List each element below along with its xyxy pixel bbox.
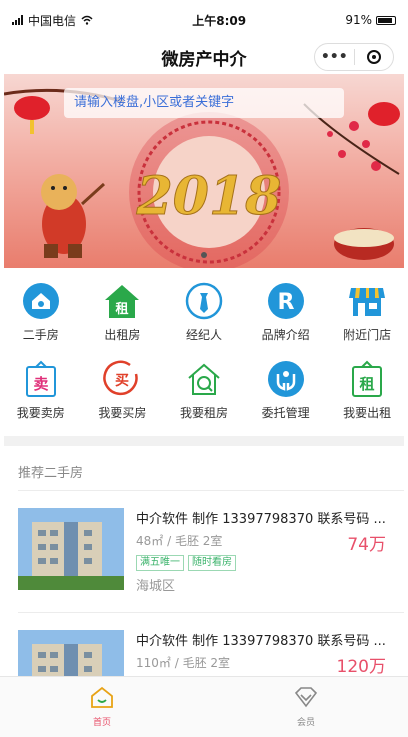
signal-icon (12, 15, 23, 25)
wifi-icon (81, 15, 93, 25)
more-menu-button[interactable]: ••• (315, 44, 354, 70)
divider (18, 490, 404, 491)
svg-text:R: R (277, 290, 294, 315)
agent-icon (185, 282, 223, 320)
grid-item-rent[interactable]: 我要租房 (163, 356, 245, 434)
battery-percent: 91% (345, 13, 372, 27)
carrier: 中国电信 (28, 13, 77, 28)
lease-icon: 租 (348, 360, 386, 398)
grid-item-entrust[interactable]: 委托管理 (245, 356, 327, 434)
listing-district: 海城区 (136, 579, 176, 594)
tab-member[interactable]: 会员 (204, 677, 408, 737)
close-miniprogram-button[interactable] (355, 44, 394, 70)
tab-home-label: 首页 (92, 718, 111, 728)
banner-year-text: 2018 (136, 166, 282, 227)
grid-item-label: 经纪人 (185, 328, 222, 342)
battery-icon (375, 15, 396, 25)
grid-item-label: 二手房 (22, 328, 59, 342)
svg-text:租: 租 (360, 375, 375, 393)
listing-title: 中介软件 制作 13397798370 联系号码 ... (136, 634, 386, 649)
rent-search-icon (185, 360, 223, 398)
grid-item-label: 附近门店 (343, 328, 392, 342)
svg-text:买: 买 (115, 373, 129, 389)
listing-photo (18, 508, 124, 590)
buy-icon: 买 (103, 360, 141, 398)
grid-item-nearby-store[interactable]: 附近门店 (326, 278, 408, 356)
grid-item-label: 我要出租 (343, 406, 392, 420)
grid-item-label: 委托管理 (261, 406, 310, 420)
divider (18, 612, 404, 613)
listing-price: 74万 (347, 535, 386, 555)
grid-item-sell[interactable]: 卖 我要卖房 (0, 356, 82, 434)
brand-icon: R (267, 282, 305, 320)
category-grid: 二手房 租 出租房 经纪人 R 品牌介绍 附近门店 卖 我要卖房 买 我要买房 … (0, 278, 408, 434)
grid-item-rental[interactable]: 租 出租房 (82, 278, 164, 356)
promo-banner[interactable]: 2018 请输入楼盘,小区或者关键字 (4, 74, 404, 268)
grid-item-label: 我要卖房 (16, 406, 65, 420)
section-title: 推荐二手房 (18, 466, 84, 481)
listing-card[interactable]: 中介软件 制作 13397798370 联系号码 ... 48㎡ / 毛胚 2室… (18, 508, 404, 594)
store-icon (348, 282, 386, 320)
clock: 上午8:09 (192, 13, 247, 28)
listing-tag: 随时看房 (188, 555, 236, 571)
status-bar: 中国电信 上午8:09 91% (0, 0, 408, 40)
svg-text:卖: 卖 (33, 375, 48, 393)
grid-item-label: 品牌介绍 (261, 328, 310, 342)
target-icon (366, 50, 381, 64)
grid-item-lease[interactable]: 租 我要出租 (326, 356, 408, 434)
grid-item-buy[interactable]: 买 我要买房 (82, 356, 164, 434)
carousel-indicator (201, 252, 207, 258)
listing-tag: 满五唯一 (136, 555, 184, 571)
grid-item-second-hand[interactable]: 二手房 (0, 278, 82, 356)
page-title: 微房产中介 (161, 49, 247, 70)
section-divider (4, 436, 404, 446)
house-icon (22, 282, 60, 320)
grid-item-brand[interactable]: R 品牌介绍 (245, 278, 327, 356)
entrust-icon (267, 360, 305, 398)
grid-item-agent[interactable]: 经纪人 (163, 278, 245, 356)
grid-item-label: 我要租房 (179, 406, 228, 420)
tab-member-label: 会员 (296, 718, 315, 728)
listing-price: 120万 (336, 657, 386, 677)
mini-program-capsule: ••• (314, 43, 394, 71)
nav-bar: 微房产中介 ••• (0, 40, 408, 74)
tab-bar: 首页 会员 (0, 676, 408, 737)
svg-text:租: 租 (116, 302, 129, 317)
diamond-icon (294, 687, 318, 708)
search-input[interactable]: 请输入楼盘,小区或者关键字 (64, 88, 344, 118)
grid-item-label: 出租房 (104, 328, 141, 342)
sell-icon: 卖 (22, 360, 60, 398)
grid-item-label: 我要买房 (98, 406, 147, 420)
listing-title: 中介软件 制作 13397798370 联系号码 ... (136, 512, 386, 527)
tab-home[interactable]: 首页 (0, 677, 204, 737)
home-icon (91, 686, 113, 708)
rent-house-icon: 租 (103, 282, 141, 320)
